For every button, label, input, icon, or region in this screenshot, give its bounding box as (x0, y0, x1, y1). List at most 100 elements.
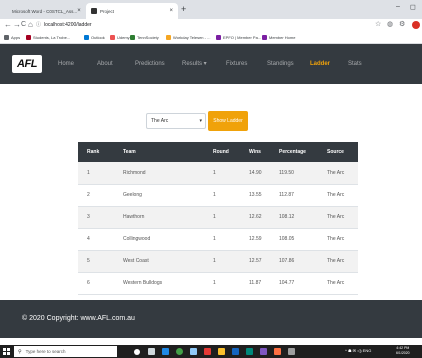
column-header-team: Team (123, 149, 136, 155)
outlook-icon (84, 35, 89, 40)
cell-rank: 3 (78, 206, 114, 229)
taskbar-search-input[interactable]: ⚲ Type here to search (14, 346, 117, 357)
star-icon[interactable]: ☆ (375, 20, 381, 30)
table-row: 5 West Coast 1 12.57 107.86 The Arc (78, 250, 358, 273)
forward-icon[interactable]: → (13, 20, 21, 30)
profile-avatar[interactable] (412, 21, 420, 29)
nav-stats[interactable]: Stats (348, 58, 362, 70)
settings-icon[interactable]: ⚙ (399, 20, 405, 30)
column-header-round: Round (213, 149, 229, 155)
nav-results-dropdown[interactable]: Results ▾ (182, 58, 207, 70)
reload-icon[interactable]: C (21, 20, 26, 30)
cell-round: 1 (204, 184, 240, 207)
table-row: 4 Collingwood 1 12.59 108.05 The Arc (78, 228, 358, 251)
udemy-icon (110, 35, 115, 40)
nav-standings[interactable]: Standings (267, 58, 294, 70)
home-icon[interactable]: ⌂ (28, 20, 33, 30)
bookmark-member-home[interactable]: Member Home (262, 35, 295, 40)
tab-word-document[interactable]: Microsoft Word - C0STCL_Ass... × (4, 3, 84, 19)
cell-team: West Coast (114, 250, 204, 273)
minimize-button[interactable]: – (396, 3, 400, 10)
file-explorer-icon[interactable] (218, 348, 225, 355)
back-icon[interactable]: ← (4, 20, 12, 30)
bookmark-students[interactable]: Students, La Trobe... (26, 35, 70, 40)
cell-round: 1 (204, 206, 240, 229)
word-taskbar-icon[interactable] (232, 348, 239, 355)
bookmark-udemy[interactable]: Udemy (110, 35, 130, 40)
ladder-table: Rank Team Round Wins Percentage Source 1… (78, 142, 358, 295)
system-tray[interactable]: ^ ☗ ✉ ◁) ENG (345, 348, 371, 353)
bookmark-epfo[interactable]: EPFO | Member Pa... (216, 35, 261, 40)
cell-wins: 13.55 (240, 184, 270, 207)
bookmark-icon (166, 35, 171, 40)
site-footer: © 2020 Copyright: www.AFL.com.au (0, 300, 422, 338)
app-taskbar-icon[interactable] (288, 348, 295, 355)
bookmark-label: Students, La Trobe... (33, 35, 71, 40)
cell-source: The Arc (318, 228, 358, 251)
info-icon: ⓘ (36, 22, 42, 28)
cell-percentage: 108.12 (270, 206, 318, 229)
maximize-button[interactable]: ◻ (410, 3, 416, 11)
opera-icon[interactable] (204, 348, 211, 355)
search-icon: ⚲ (18, 348, 22, 355)
task-view-icon[interactable] (148, 348, 155, 355)
nav-predictions[interactable]: Predictions (135, 58, 165, 70)
nav-fixtures[interactable]: Fixtures (226, 58, 247, 70)
vscode-icon[interactable] (260, 348, 267, 355)
cell-percentage: 119.50 (270, 162, 318, 185)
cell-team: Richmond (114, 162, 204, 185)
cortana-icon[interactable] (134, 349, 140, 355)
browser-tab-strip: Microsoft Word - C0STCL_Ass... × Project… (0, 0, 422, 19)
cell-team: Hawthorn (114, 206, 204, 229)
cell-rank: 5 (78, 250, 114, 273)
windows-start-icon[interactable] (3, 348, 10, 355)
bookmark-icon (130, 35, 135, 40)
new-tab-button[interactable]: + (181, 4, 186, 14)
cell-rank: 4 (78, 228, 114, 251)
search-placeholder: Type here to search (25, 349, 66, 354)
cell-wins: 12.62 (240, 206, 270, 229)
app-taskbar-icon[interactable] (246, 348, 253, 355)
table-header-row: Rank Team Round Wins Percentage Source (78, 142, 358, 162)
chrome-icon[interactable] (176, 348, 183, 355)
teams-icon[interactable] (190, 348, 197, 355)
bookmark-tennsociety[interactable]: TennSociety (130, 35, 159, 40)
source-select[interactable]: The Arc ▾ (146, 113, 206, 129)
bookmark-outlook[interactable]: Outlook (84, 35, 105, 40)
cell-source: The Arc (318, 272, 358, 295)
app-taskbar-icon[interactable] (274, 348, 281, 355)
url-input[interactable]: ⓘ localhost:4200/ladder (36, 21, 92, 30)
close-tab-icon[interactable]: × (77, 8, 81, 14)
table-row: 2 Geelong 1 13.55 112.87 The Arc (78, 184, 358, 207)
extension-icon[interactable]: ◍ (387, 20, 393, 30)
nav-about[interactable]: About (97, 58, 113, 70)
windows-taskbar: ⚲ Type here to search ^ ☗ ✉ ◁) ENG 4:42 … (0, 345, 422, 358)
bookmarks-bar: Apps Students, La Trobe... Outlook Udemy… (0, 32, 422, 44)
nav-home[interactable]: Home (58, 58, 74, 70)
show-ladder-button[interactable]: Show Ladder (208, 111, 248, 131)
close-tab-icon[interactable]: × (169, 8, 173, 14)
bookmark-label: EPFO | Member Pa... (223, 35, 262, 40)
table-row: 3 Hawthorn 1 12.62 108.12 The Arc (78, 206, 358, 229)
bookmark-icon (262, 35, 267, 40)
afl-logo[interactable]: AFL (12, 55, 42, 73)
cell-round: 1 (204, 162, 240, 185)
nav-ladder[interactable]: Ladder (310, 58, 330, 70)
column-header-wins: Wins (249, 149, 261, 155)
cell-wins: 14.90 (240, 162, 270, 185)
tab-project[interactable]: Project × (86, 3, 178, 19)
cell-percentage: 104.77 (270, 272, 318, 295)
bookmark-label: Member Home (269, 35, 296, 40)
cell-percentage: 107.86 (270, 250, 318, 273)
taskbar-clock[interactable]: 4:42 PM 6/1/2020 (396, 346, 410, 356)
table-row: 6 Western Bulldogs 1 11.87 104.77 The Ar… (78, 272, 358, 295)
bookmark-apps[interactable]: Apps (4, 35, 20, 40)
bookmark-label: Workday Telesen - ... (173, 35, 211, 40)
cell-rank: 6 (78, 272, 114, 295)
table-row: 1 Richmond 1 14.90 119.50 The Arc (78, 162, 358, 185)
scroll-area (0, 338, 422, 345)
source-select-value: The Arc (151, 118, 169, 124)
edge-icon[interactable] (162, 348, 169, 355)
bookmark-workday[interactable]: Workday Telesen - ... (166, 35, 210, 40)
cell-round: 1 (204, 272, 240, 295)
